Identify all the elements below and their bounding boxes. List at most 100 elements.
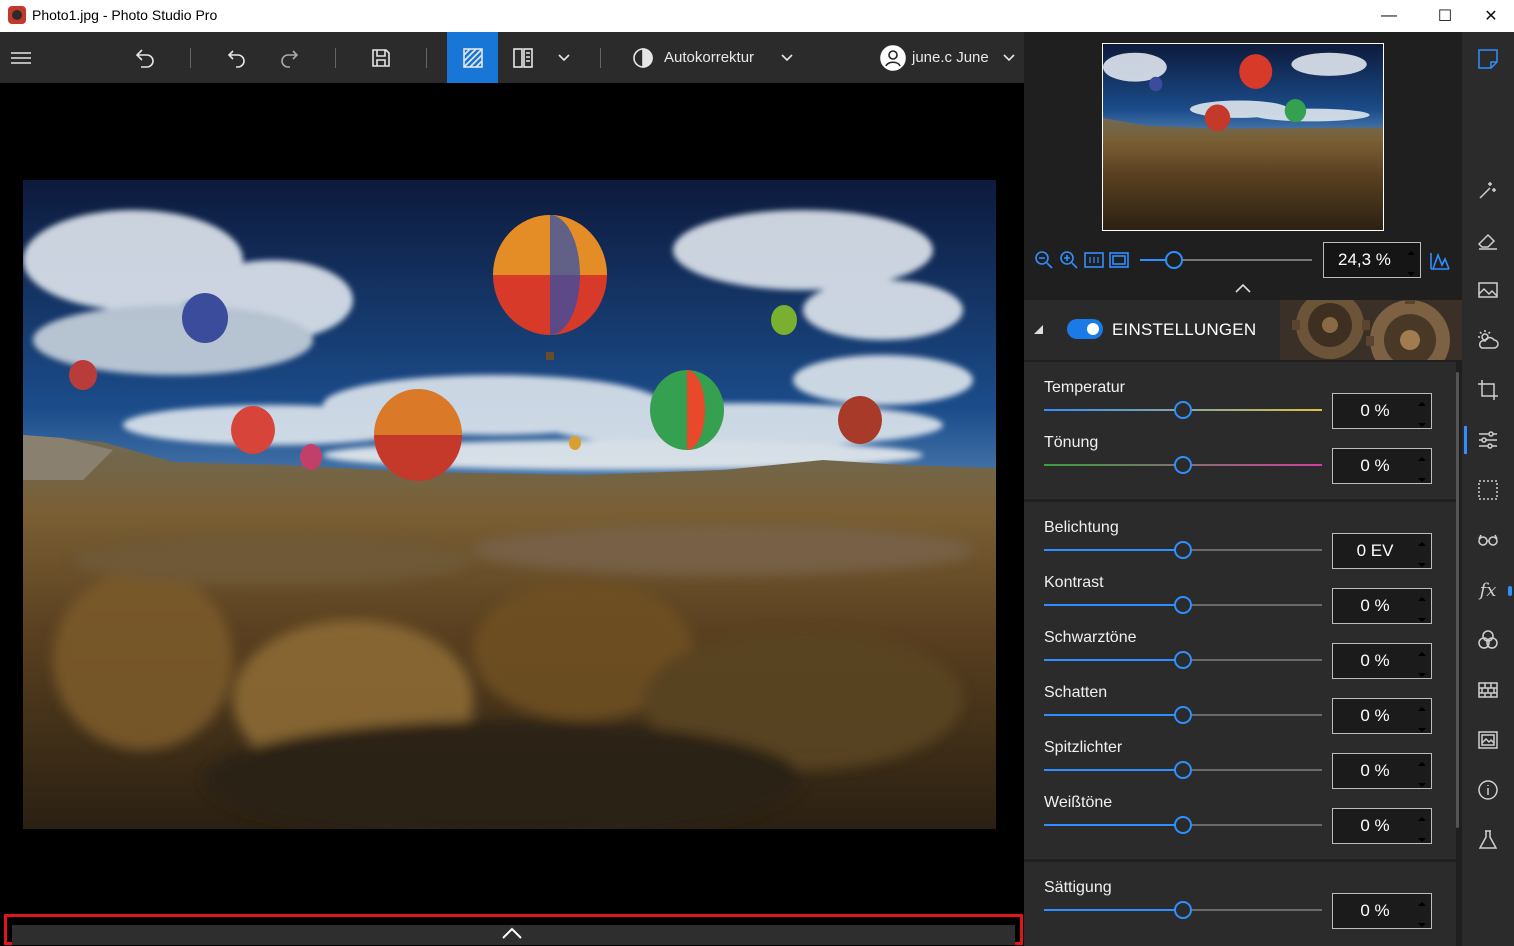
- chevron-down-icon[interactable]: [1417, 833, 1427, 847]
- chevron-up-icon[interactable]: [1417, 702, 1427, 716]
- chevron-up-icon[interactable]: [1233, 282, 1253, 294]
- chevron-down-icon[interactable]: [1417, 918, 1427, 932]
- presets-tool[interactable]: [1476, 278, 1500, 302]
- menu-button[interactable]: [6, 32, 36, 83]
- texture-tool[interactable]: [1476, 678, 1500, 702]
- eraser-icon: [1477, 233, 1497, 250]
- zoom-fit-button[interactable]: [1108, 250, 1130, 270]
- selection-tool[interactable]: [1476, 478, 1500, 502]
- adjustment-slider-knob[interactable]: [1174, 816, 1192, 834]
- chevron-up-icon[interactable]: [1417, 647, 1427, 661]
- adjustment-row: Belichtung 0 EV: [1024, 519, 1456, 574]
- weather-tool[interactable]: [1476, 328, 1500, 352]
- view-compare-button[interactable]: [508, 32, 538, 83]
- adjustment-value-input[interactable]: 0 EV: [1332, 533, 1432, 569]
- crop-tool[interactable]: [1476, 378, 1500, 402]
- adjustment-label: Tönung: [1044, 434, 1099, 451]
- notes-tool[interactable]: [1476, 47, 1500, 71]
- photo-image: [23, 180, 996, 829]
- histogram-button[interactable]: [1428, 248, 1452, 272]
- panel-scrollbar[interactable]: [1456, 372, 1459, 828]
- chevron-down-icon[interactable]: [1417, 778, 1427, 792]
- navigator-thumbnail[interactable]: [1102, 43, 1384, 231]
- color-tool[interactable]: [1476, 628, 1500, 652]
- einstellungen-header[interactable]: EINSTELLUNGEN: [1024, 300, 1462, 360]
- zoom-in-button[interactable]: [1058, 250, 1080, 270]
- adjustment-value-input[interactable]: 0 %: [1332, 753, 1432, 789]
- adjustment-value-input[interactable]: 0 %: [1332, 698, 1432, 734]
- chevron-up-icon[interactable]: [1417, 897, 1427, 911]
- back-button[interactable]: [130, 32, 160, 83]
- chevron-down-icon[interactable]: [1417, 613, 1427, 627]
- chevron-up-icon[interactable]: [501, 927, 523, 939]
- title-bar: Photo1.jpg - Photo Studio Pro — ☐ ✕: [0, 0, 1514, 32]
- filmstrip-bar[interactable]: [4, 914, 1023, 945]
- adjustment-value: 0 %: [1360, 901, 1390, 920]
- einstellungen-toggle[interactable]: [1067, 319, 1103, 339]
- adjustment-label: Sättigung: [1044, 879, 1112, 896]
- adjustment-value-input[interactable]: 0 %: [1332, 588, 1432, 624]
- autokorrektur-label: Autokorrektur: [664, 49, 755, 66]
- adjustment-slider-knob[interactable]: [1174, 651, 1192, 669]
- chevron-down-icon[interactable]: [1417, 558, 1427, 572]
- effects-tool[interactable]: fx: [1476, 578, 1500, 602]
- lab-tool[interactable]: [1476, 828, 1500, 852]
- main-toolbar: Autokorrektur june.c June: [0, 32, 1024, 83]
- adjustment-value-input[interactable]: 0 %: [1332, 893, 1432, 929]
- autokorrektur-toggle[interactable]: Autokorrektur: [630, 32, 760, 83]
- zoom-input[interactable]: 24,3 %: [1323, 242, 1421, 278]
- save-button[interactable]: [366, 32, 396, 83]
- adjustment-slider-knob[interactable]: [1174, 761, 1192, 779]
- chevron-up-icon[interactable]: [1417, 592, 1427, 606]
- chevron-down-icon[interactable]: [1417, 668, 1427, 682]
- adjustment-slider-knob[interactable]: [1174, 401, 1192, 419]
- thumbnail-image: [1103, 44, 1383, 230]
- adjustment-slider-knob[interactable]: [1174, 541, 1192, 559]
- adjustment-value-input[interactable]: 0 %: [1332, 393, 1432, 429]
- adjustments-tool[interactable]: [1476, 428, 1500, 452]
- adjustment-slider-knob[interactable]: [1174, 596, 1192, 614]
- maximize-button[interactable]: ☐: [1422, 0, 1468, 32]
- chevron-up-icon[interactable]: [1417, 397, 1427, 411]
- adjustment-label: Spitzlichter: [1044, 739, 1123, 756]
- view-single-button[interactable]: [447, 32, 498, 83]
- adjustment-slider-fill: [1044, 549, 1183, 551]
- auto-tool[interactable]: [1476, 178, 1500, 202]
- zoom-out-button[interactable]: [1033, 250, 1055, 270]
- chevron-up-icon[interactable]: [1417, 812, 1427, 826]
- adjustment-slider-fill: [1044, 659, 1183, 661]
- chevron-down-icon[interactable]: [1417, 473, 1427, 487]
- info-tool[interactable]: [1476, 778, 1500, 802]
- adjustment-row: Sättigung 0 %: [1024, 879, 1456, 934]
- adjustment-slider-knob[interactable]: [1174, 706, 1192, 724]
- adjustment-slider-knob[interactable]: [1174, 456, 1192, 474]
- chevron-up-icon[interactable]: [1417, 452, 1427, 466]
- eraser-tool[interactable]: [1476, 228, 1500, 252]
- redo-button[interactable]: [274, 32, 304, 83]
- close-button[interactable]: ✕: [1468, 0, 1514, 32]
- chevron-down-icon[interactable]: [1406, 267, 1416, 281]
- histogram-icon: [1430, 252, 1450, 270]
- adjustment-value-input[interactable]: 0 %: [1332, 808, 1432, 844]
- chevron-down-icon[interactable]: [1417, 723, 1427, 737]
- frame-tool[interactable]: [1476, 728, 1500, 752]
- chevron-up-icon[interactable]: [1417, 537, 1427, 551]
- zoom-100-button[interactable]: [1083, 250, 1105, 270]
- chevron-up-icon[interactable]: [1406, 246, 1416, 260]
- redo-icon: [281, 49, 299, 68]
- user-menu[interactable]: june.c June: [880, 32, 1020, 83]
- view-mode-dropdown[interactable]: [552, 32, 576, 83]
- adjustment-slider-knob[interactable]: [1174, 901, 1192, 919]
- chevron-down-icon[interactable]: [1417, 418, 1427, 432]
- zoom-out-icon: [1035, 251, 1053, 269]
- adjustment-row: Schatten 0 %: [1024, 684, 1456, 739]
- minimize-button[interactable]: —: [1366, 0, 1412, 32]
- adjustment-value-input[interactable]: 0 %: [1332, 448, 1432, 484]
- redeye-tool[interactable]: [1476, 528, 1500, 552]
- collapse-triangle-icon[interactable]: [1034, 325, 1043, 334]
- adjustment-value-input[interactable]: 0 %: [1332, 643, 1432, 679]
- undo-button[interactable]: [222, 32, 252, 83]
- photo-preview[interactable]: [23, 180, 996, 829]
- autokorrektur-dropdown[interactable]: [776, 32, 798, 83]
- chevron-up-icon[interactable]: [1417, 757, 1427, 771]
